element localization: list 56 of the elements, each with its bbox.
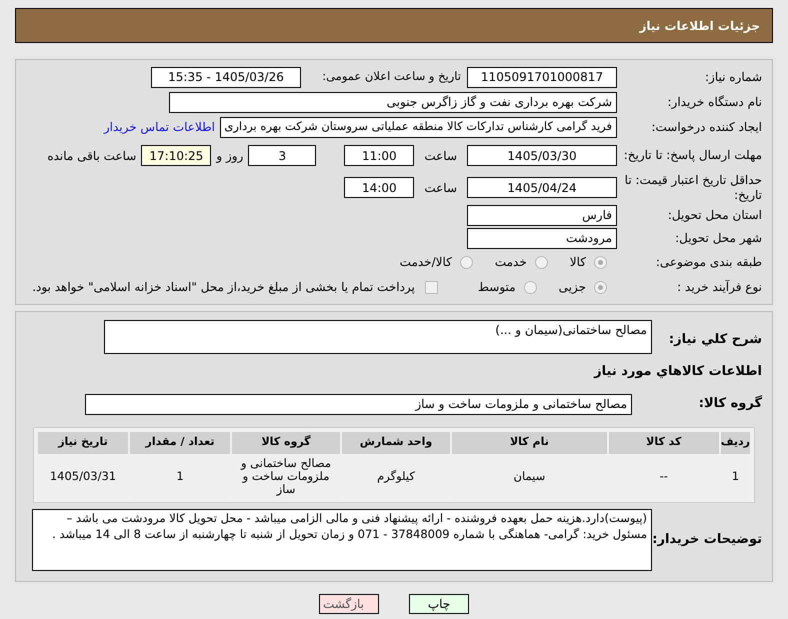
back-button[interactable]: بازگشت xyxy=(319,594,379,614)
radio-label: کالا/خدمت xyxy=(400,254,452,271)
column-header: کد کالا xyxy=(608,432,719,454)
column-header: تعداد / مقدار xyxy=(130,432,230,454)
text-field[interactable]: 1405/04/24 xyxy=(467,177,617,198)
section-title: اطلاعات کالاهاي مورد نياز xyxy=(592,363,763,381)
radio-button[interactable] xyxy=(524,280,537,294)
field-label: طبقه بندی موضوعی: xyxy=(654,254,762,270)
summary-field[interactable]: مصالح ساختمانی(سیمان و ...) xyxy=(104,320,652,354)
checkbox-label: پرداخت تمام یا بخشی از مبلغ خرید،از محل "اسناد خزانه اسلامی" خواهد بود. xyxy=(32,279,415,296)
text-field[interactable]: 3 xyxy=(248,145,316,166)
column-header: نام کالا xyxy=(452,432,607,454)
radio-label: متوسط xyxy=(478,279,516,296)
column-header: واحد شمارش xyxy=(342,432,450,454)
notes-field[interactable]: (پیوست)دارد.هزینه حمل بعهده فروشنده - ارائه پیشنهاد فنی و مالی الزامی میباشد - محل تحویل کالا مرودشت می باشد – مسئول خرید: گرامی- هماهنگی با شماره 37848009 - 071 و زمان تحویل از شنبه تا چهارشنبه از ساعت 8 الی 14 میباشد . xyxy=(32,508,652,570)
field-label: شرح کلي نياز: xyxy=(668,331,762,349)
header-bar: جزئیات اطلاعات نیاز xyxy=(15,8,773,43)
field-label: تاریخ و ساعت اعلان عمومی: xyxy=(321,68,461,86)
contact-link[interactable]: اطلاعات تماس خریدار xyxy=(104,118,215,136)
text-field[interactable]: 1405/03/30 xyxy=(467,145,617,166)
field-label: روز و xyxy=(216,148,244,164)
column-header: گروه کالا xyxy=(232,432,340,454)
field-label: نام دستگاه خریدار: xyxy=(666,94,762,110)
print-button[interactable]: چاپ xyxy=(409,594,469,614)
text-field[interactable]: 11:00 xyxy=(344,145,414,166)
radio-label: خدمت xyxy=(494,254,527,271)
field-label: ایجاد کننده درخواست: xyxy=(650,120,762,134)
field-label: گروه کالا: xyxy=(698,394,762,414)
field-label: ساعت xyxy=(424,180,457,196)
column-header: تاریخ نیاز xyxy=(38,432,128,454)
text-field[interactable]: فرید گرامی کارشناس تدارکات کالا منطقه عملیاتی سروستان شرکت بهره برداری xyxy=(220,116,617,138)
radio-button[interactable] xyxy=(594,280,607,294)
text-field[interactable]: 17:10:25 xyxy=(141,145,212,166)
text-field[interactable]: فارس xyxy=(467,204,617,226)
field-label: ساعت xyxy=(424,148,457,164)
field-label: نوع فرآیند خرید : xyxy=(676,280,762,294)
field-label: شهر محل تحویل: xyxy=(674,230,762,246)
text-field[interactable]: شرکت بهره برداری نفت و گاز زاگرس جنوبی xyxy=(169,92,617,112)
field-label: شماره نیاز: xyxy=(704,70,762,84)
field-label: مهلت ارسال پاسخ: تا تاریخ: xyxy=(622,148,762,163)
field-label: استان محل تحویل: xyxy=(666,208,762,222)
radio-label: کالا xyxy=(570,254,586,271)
radio-button[interactable] xyxy=(594,256,607,268)
text-field[interactable]: 14:00 xyxy=(344,177,414,198)
radio-label: جزیی xyxy=(558,279,586,296)
text-field[interactable]: 1105091701000817 xyxy=(467,66,617,88)
field-label: ساعت باقی مانده xyxy=(47,148,136,164)
text-field[interactable]: مرودشت xyxy=(467,228,617,248)
field-label: حداقل تاریخ اعتبار قیمت: تا تاریخ: xyxy=(624,172,762,202)
checkbox[interactable] xyxy=(424,280,438,294)
field-label: توضیحات خریدار: xyxy=(652,530,762,549)
text-field[interactable]: 1405/03/26 - 15:35 xyxy=(151,66,301,88)
radio-button[interactable] xyxy=(460,256,473,268)
text-field[interactable]: مصالح ساختمانی و ملزومات ساخت و ساز xyxy=(85,394,632,414)
radio-button[interactable] xyxy=(534,256,548,268)
column-header: ردیف xyxy=(720,432,750,454)
